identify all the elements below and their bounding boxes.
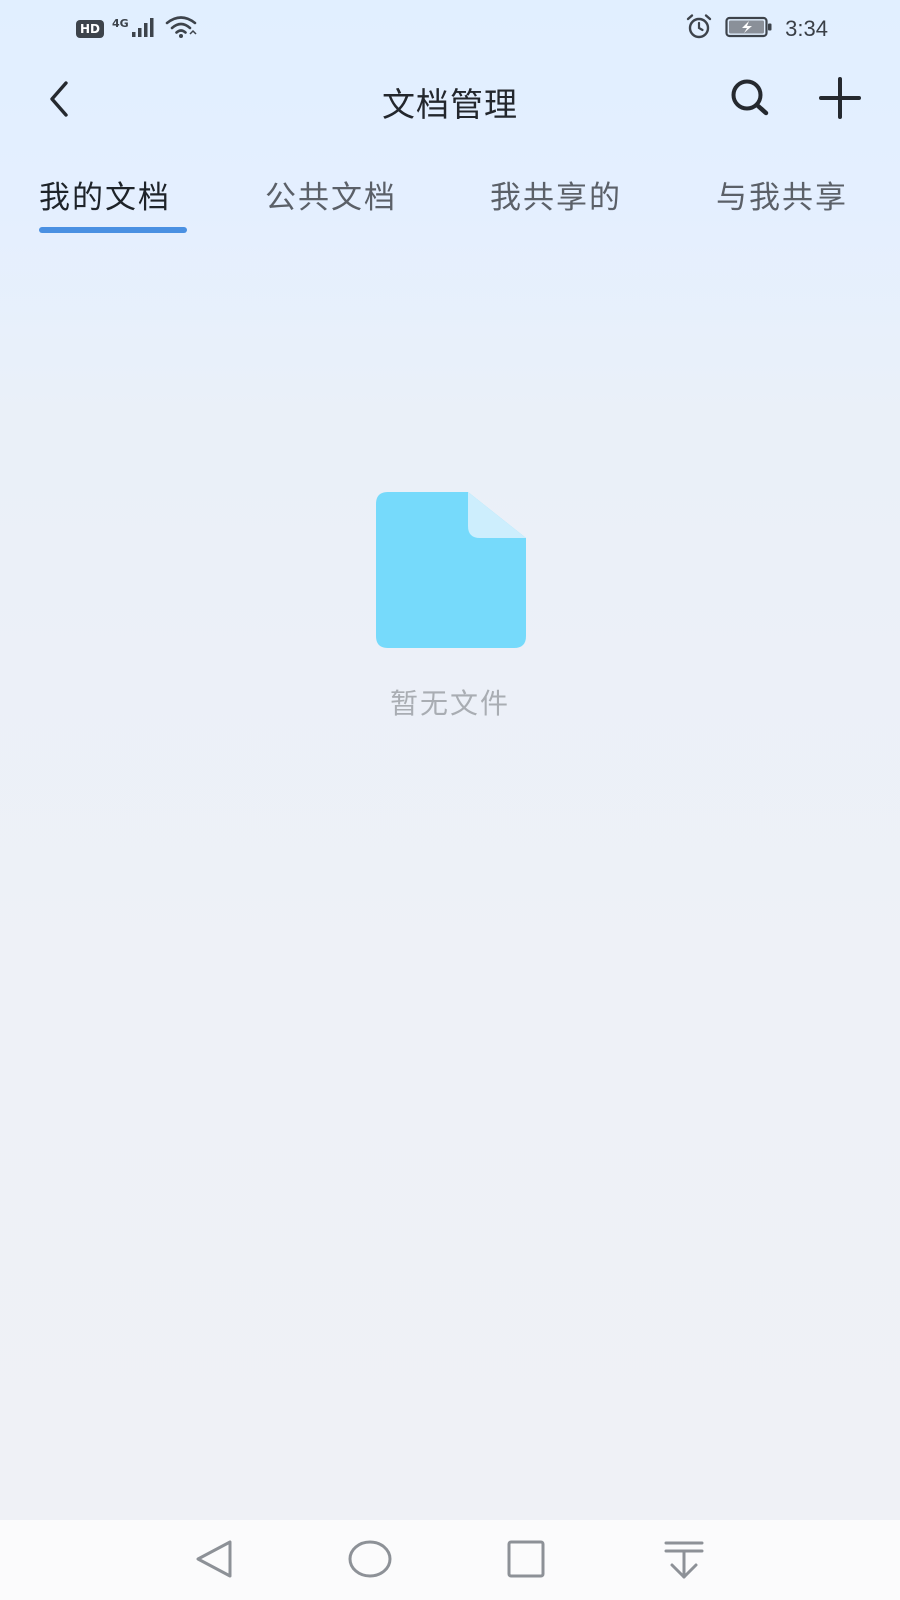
battery-charging-icon — [725, 15, 773, 43]
back-triangle-icon — [192, 1537, 236, 1585]
add-button[interactable] — [812, 72, 868, 128]
status-bar: HD 4G 3:34 — [0, 0, 900, 58]
tab-public-documents[interactable]: 公共文档 — [265, 172, 397, 232]
nav-home-button[interactable] — [344, 1536, 396, 1586]
tab-my-documents[interactable]: 我的文档 — [39, 172, 171, 232]
status-bar-left: HD 4G — [76, 16, 197, 42]
tab-shared-by-me[interactable]: 我共享的 — [490, 172, 622, 232]
system-nav-bar — [0, 1520, 900, 1600]
status-bar-right: 3:34 — [685, 14, 828, 44]
tab-shared-with-me[interactable]: 与我共享 — [716, 172, 848, 232]
hd-icon: HD — [76, 20, 105, 38]
nav-recents-button[interactable] — [500, 1536, 552, 1586]
empty-message: 暂无文件 — [389, 687, 510, 720]
recents-square-icon — [504, 1537, 548, 1585]
document-icon — [376, 490, 526, 650]
signal-icon — [131, 16, 157, 42]
app-header: 文档管理 — [0, 58, 900, 150]
plus-icon — [818, 76, 862, 124]
search-button[interactable] — [722, 72, 778, 128]
tab-bar: 我的文档 公共文档 我共享的 与我共享 — [0, 160, 900, 240]
nav-back-button[interactable] — [188, 1536, 240, 1586]
wifi-icon — [165, 15, 197, 43]
search-icon — [728, 76, 772, 124]
home-circle-icon — [347, 1536, 393, 1586]
status-time: 3:34 — [785, 16, 828, 41]
active-tab-indicator — [39, 227, 187, 233]
alarm-icon — [685, 13, 713, 45]
nav-notification-button[interactable] — [658, 1536, 710, 1586]
app-screen: HD 4G 3:34 文档管理 我的文档 公共文档 我共享的 与我共享 暂无文件 — [0, 0, 900, 1600]
notification-pulldown-icon — [662, 1537, 706, 1585]
network-type-label: 4G — [112, 16, 129, 30]
